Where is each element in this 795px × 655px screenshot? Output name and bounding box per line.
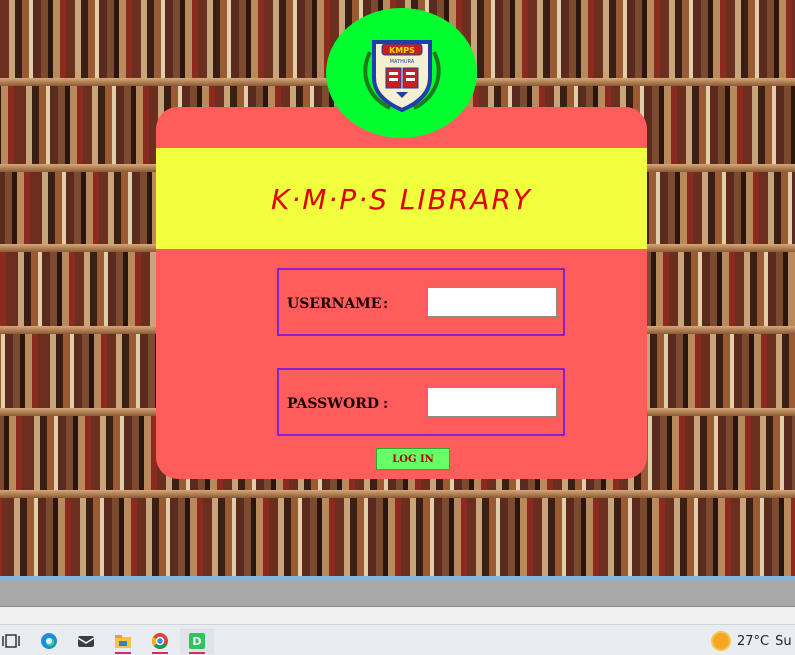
title-banner: K·M·P·S LIBRARY (156, 148, 647, 249)
window-bottom-bar (0, 607, 795, 624)
logo-text: KMPS (389, 46, 415, 55)
file-explorer-icon[interactable] (106, 628, 140, 654)
app-d-letter: D (189, 633, 205, 649)
page-title: K·M·P·S LIBRARY (270, 183, 532, 216)
status-bar (0, 580, 795, 607)
kmps-crest-icon: KMPS MATHURA (362, 40, 441, 113)
username-label: USERNAME (287, 296, 382, 312)
weather-sun-icon (711, 631, 731, 651)
login-button[interactable]: LOG IN (376, 448, 450, 470)
mail-icon[interactable] (69, 628, 103, 654)
username-input[interactable] (427, 287, 557, 317)
weather-temperature: 27°C (737, 633, 770, 649)
weather-condition: Su (775, 633, 792, 649)
weather-widget[interactable]: 27°C Su (711, 629, 795, 653)
password-separator: : (383, 396, 389, 412)
task-view-icon[interactable] (0, 628, 28, 654)
username-separator: : (383, 296, 389, 312)
password-group: PASSWORD : (277, 368, 565, 436)
app-d-icon[interactable]: D (180, 628, 214, 654)
edge-icon[interactable] (32, 628, 66, 654)
school-logo: KMPS MATHURA (326, 8, 477, 138)
chrome-icon[interactable] (143, 628, 177, 654)
username-group: USERNAME : (277, 268, 565, 336)
password-label: PASSWORD (287, 396, 379, 412)
password-input[interactable] (427, 387, 557, 417)
taskbar: D 27°C Su (0, 624, 795, 655)
logo-subtext: MATHURA (389, 59, 414, 65)
